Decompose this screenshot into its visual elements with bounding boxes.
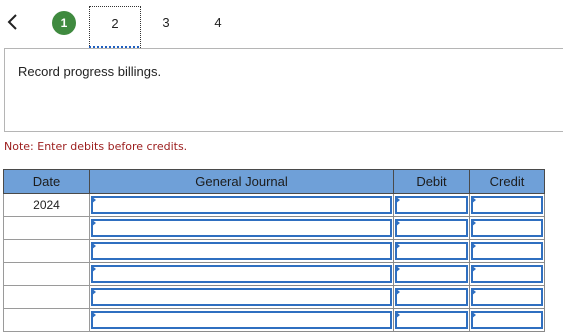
table-row: 2024 — [3, 193, 545, 217]
credit-cell — [469, 262, 545, 286]
debit-input[interactable] — [395, 219, 468, 237]
chevron-left-icon[interactable] — [6, 13, 20, 31]
journal-header-row: Date General Journal Debit Credit — [3, 169, 545, 194]
date-cell[interactable]: 2024 — [3, 193, 90, 217]
column-header-date: Date — [3, 169, 90, 194]
account-input[interactable] — [91, 219, 392, 237]
credit-input[interactable] — [471, 311, 543, 329]
account-cell — [89, 285, 394, 309]
date-cell[interactable] — [3, 239, 90, 263]
debit-cell — [393, 216, 470, 240]
account-input[interactable] — [91, 311, 392, 329]
account-cell — [89, 216, 394, 240]
credit-input[interactable] — [471, 219, 543, 237]
credit-cell — [469, 193, 545, 217]
table-row — [3, 239, 545, 263]
step-2-current[interactable]: 2 — [89, 6, 141, 49]
journal-entry-page: 1 2 3 4 Record progress billings. Note: … — [0, 0, 563, 336]
date-cell[interactable] — [3, 262, 90, 286]
credit-input[interactable] — [471, 265, 543, 283]
table-row — [3, 262, 545, 286]
debit-cell — [393, 262, 470, 286]
account-cell — [89, 193, 394, 217]
date-cell[interactable] — [3, 216, 90, 240]
credit-input[interactable] — [471, 288, 543, 306]
step-1-done[interactable]: 1 — [52, 11, 76, 35]
account-input[interactable] — [91, 265, 392, 283]
note-text: Note: Enter debits before credits. — [4, 140, 188, 153]
debit-input[interactable] — [395, 242, 468, 260]
account-cell — [89, 262, 394, 286]
column-header-general-journal: General Journal — [89, 169, 394, 194]
credit-cell — [469, 285, 545, 309]
debit-cell — [393, 193, 470, 217]
account-input[interactable] — [91, 288, 392, 306]
date-cell[interactable] — [3, 308, 90, 332]
credit-input[interactable] — [471, 242, 543, 260]
column-header-credit: Credit — [469, 169, 545, 194]
debit-input[interactable] — [395, 196, 468, 214]
table-row — [3, 308, 545, 332]
column-header-debit: Debit — [393, 169, 470, 194]
table-row — [3, 216, 545, 240]
credit-cell — [469, 216, 545, 240]
debit-cell — [393, 285, 470, 309]
debit-input[interactable] — [395, 288, 468, 306]
journal-table: Date General Journal Debit Credit 2024 — [3, 169, 545, 332]
debit-input[interactable] — [395, 265, 468, 283]
credit-input[interactable] — [471, 196, 543, 214]
instruction-text: Record progress billings. — [18, 64, 162, 79]
debit-input[interactable] — [395, 311, 468, 329]
account-input[interactable] — [91, 242, 392, 260]
account-input[interactable] — [91, 196, 392, 214]
credit-cell — [469, 239, 545, 263]
debit-cell — [393, 239, 470, 263]
account-cell — [89, 239, 394, 263]
debit-cell — [393, 308, 470, 332]
step-4[interactable]: 4 — [206, 11, 230, 35]
step-3[interactable]: 3 — [154, 11, 178, 35]
credit-cell — [469, 308, 545, 332]
table-row — [3, 285, 545, 309]
instruction-panel: Record progress billings. — [4, 48, 563, 132]
date-cell[interactable] — [3, 285, 90, 309]
step-2-label: 2 — [111, 16, 119, 31]
account-cell — [89, 308, 394, 332]
